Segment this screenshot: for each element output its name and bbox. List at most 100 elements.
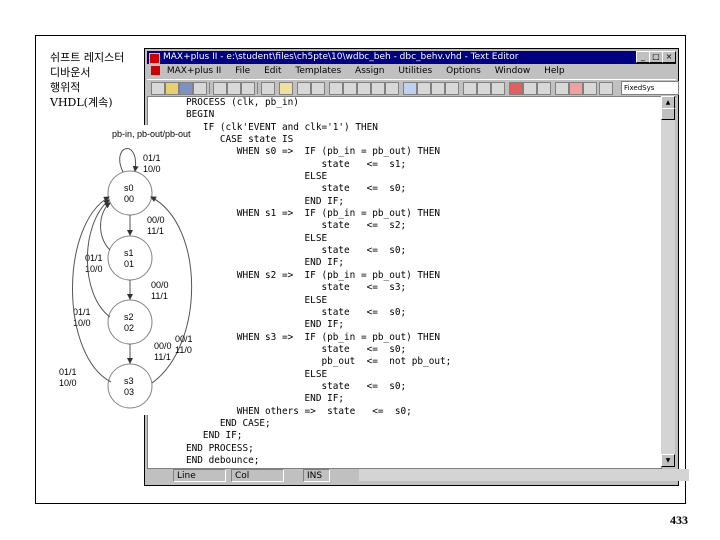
code-line[interactable]: state <= s0; — [186, 381, 661, 393]
code-line[interactable]: END IF; — [186, 393, 661, 405]
menu-window[interactable]: Window — [495, 66, 531, 76]
state-s3-name: s3 — [124, 376, 134, 386]
code-line[interactable]: END IF; — [186, 196, 661, 208]
state-diagram: pb-in, pb-out/pb-out s0 00 s1 01 s2 02 s… — [55, 125, 205, 415]
code-line[interactable]: END IF; — [186, 319, 661, 331]
menu-help[interactable]: Help — [544, 66, 565, 76]
state-s0-name: s0 — [124, 183, 134, 193]
text-editor-icon[interactable] — [357, 82, 371, 95]
scroll-thumb[interactable] — [661, 108, 675, 120]
toolbar: FixedSys — [147, 79, 679, 97]
menu-options[interactable]: Options — [446, 66, 481, 76]
menu-templates[interactable]: Templates — [295, 66, 341, 76]
code-line[interactable]: pb_out <= not pb_out; — [186, 356, 661, 368]
text-editor-area[interactable]: PROCESS (clk, pb_in) BEGIN IF (clk'EVENT … — [147, 96, 662, 469]
code-line[interactable]: IF (clk'EVENT and clk='1') THEN — [186, 122, 661, 134]
code-line[interactable]: END CASE; — [186, 418, 661, 430]
code-line[interactable]: END IF; — [186, 257, 661, 269]
document-icon[interactable] — [151, 66, 160, 75]
menu-utilities[interactable]: Utilities — [398, 66, 432, 76]
save-simulate-icon[interactable] — [537, 82, 551, 95]
code-line[interactable]: state <= s2; — [186, 220, 661, 232]
color-icon[interactable] — [599, 82, 613, 95]
project-save-icon[interactable] — [491, 82, 505, 95]
insert-mode-indicator: INS — [303, 469, 330, 482]
state-s0-code: 00 — [124, 194, 134, 204]
floorplan-icon[interactable] — [311, 82, 325, 95]
open-folder-icon[interactable] — [165, 82, 179, 95]
font-combo[interactable]: FixedSys — [621, 81, 679, 95]
code-line[interactable]: END PROCESS; — [186, 443, 661, 455]
search-icon[interactable] — [569, 82, 583, 95]
code-line[interactable]: END IF; — [186, 430, 661, 442]
code-line[interactable]: WHEN s1 => IF (pb_in = pb_out) THEN — [186, 208, 661, 220]
window-title-bar: MAX+plus II - e:\student\files\ch5pte\10… — [147, 51, 676, 64]
right-back-label: 11/0 — [175, 345, 192, 355]
vertical-scrollbar[interactable]: ▲ ▼ — [661, 96, 675, 467]
copy-icon[interactable] — [227, 82, 241, 95]
code-line[interactable]: state <= s0; — [186, 344, 661, 356]
code-line[interactable]: state <= s3; — [186, 282, 661, 294]
menu-maxplus[interactable]: MAX+plus II — [167, 66, 221, 76]
code-line[interactable]: state <= s0; — [186, 307, 661, 319]
state-s1-code: 01 — [124, 259, 134, 269]
menu-assign[interactable]: Assign — [355, 66, 384, 76]
scroll-down-icon[interactable]: ▼ — [661, 454, 675, 467]
graphic-editor-icon[interactable] — [329, 82, 343, 95]
max-plus-window: MAX+plus II - e:\student\files\ch5pte\10… — [144, 48, 689, 486]
code-line[interactable]: WHEN others => state <= s0; — [186, 406, 661, 418]
maximize-button[interactable]: □ — [649, 51, 663, 63]
state-s2 — [107, 299, 153, 345]
save-compile-icon[interactable] — [523, 82, 537, 95]
state-s1-name: s1 — [124, 248, 134, 258]
symbol-editor-icon[interactable] — [343, 82, 357, 95]
horizontal-scrollbar[interactable] — [359, 469, 689, 481]
programmer-icon[interactable] — [445, 82, 459, 95]
code-line[interactable]: END debounce; — [186, 455, 661, 467]
menu-file[interactable]: File — [235, 66, 250, 76]
self-loop-arrow — [119, 148, 139, 173]
cut-icon[interactable] — [213, 82, 227, 95]
timing-analyzer-icon[interactable] — [431, 82, 445, 95]
title-line: 쉬프트 레지스터 — [50, 51, 125, 64]
state-s2-name: s2 — [124, 312, 134, 322]
code-line[interactable]: CASE state IS — [186, 134, 661, 146]
code-line[interactable]: state <= s0; — [186, 245, 661, 257]
save-check-icon[interactable] — [509, 82, 523, 95]
undo-icon[interactable] — [261, 82, 275, 95]
state-s0 — [107, 170, 153, 216]
code-line[interactable]: state <= s1; — [186, 159, 661, 171]
code-line[interactable]: ELSE — [186, 233, 661, 245]
code-line[interactable]: PROCESS (clk, pb_in) — [186, 97, 661, 109]
code-line[interactable]: WHEN s3 => IF (pb_in = pb_out) THEN — [186, 332, 661, 344]
code-line[interactable]: BEGIN — [186, 109, 661, 121]
compiler-icon[interactable] — [403, 82, 417, 95]
code-line[interactable]: state <= s0; — [186, 183, 661, 195]
state-s3 — [107, 363, 153, 409]
menu-edit[interactable]: Edit — [264, 66, 281, 76]
code-line[interactable]: ELSE — [186, 369, 661, 381]
waveform-editor-icon[interactable] — [371, 82, 385, 95]
tool-icon[interactable] — [555, 82, 569, 95]
code-line[interactable]: ELSE — [186, 171, 661, 183]
hierarchy-icon[interactable] — [297, 82, 311, 95]
replace-icon[interactable] — [583, 82, 597, 95]
code-line[interactable]: WHEN s2 => IF (pb_in = pb_out) THEN — [186, 270, 661, 282]
project-set-icon[interactable] — [477, 82, 491, 95]
menu-bar: MAX+plus II File Edit Templates Assign U… — [147, 65, 676, 78]
print-icon[interactable] — [193, 82, 207, 95]
minimize-button[interactable]: _ — [636, 51, 650, 63]
state-s1 — [107, 235, 153, 281]
save-icon[interactable] — [179, 82, 193, 95]
project-icon[interactable] — [463, 82, 477, 95]
code-text[interactable]: PROCESS (clk, pb_in) BEGIN IF (clk'EVENT … — [148, 97, 661, 467]
paste-icon[interactable] — [241, 82, 255, 95]
close-button[interactable]: × — [662, 51, 676, 63]
new-file-icon[interactable] — [151, 82, 165, 95]
code-line[interactable]: WHEN s0 => IF (pb_in = pb_out) THEN — [186, 146, 661, 158]
simulator-icon[interactable] — [417, 82, 431, 95]
col-indicator: Col — [231, 469, 284, 482]
help-pointer-icon[interactable] — [279, 82, 293, 95]
floorplan-editor-icon[interactable] — [385, 82, 399, 95]
code-line[interactable]: ELSE — [186, 295, 661, 307]
